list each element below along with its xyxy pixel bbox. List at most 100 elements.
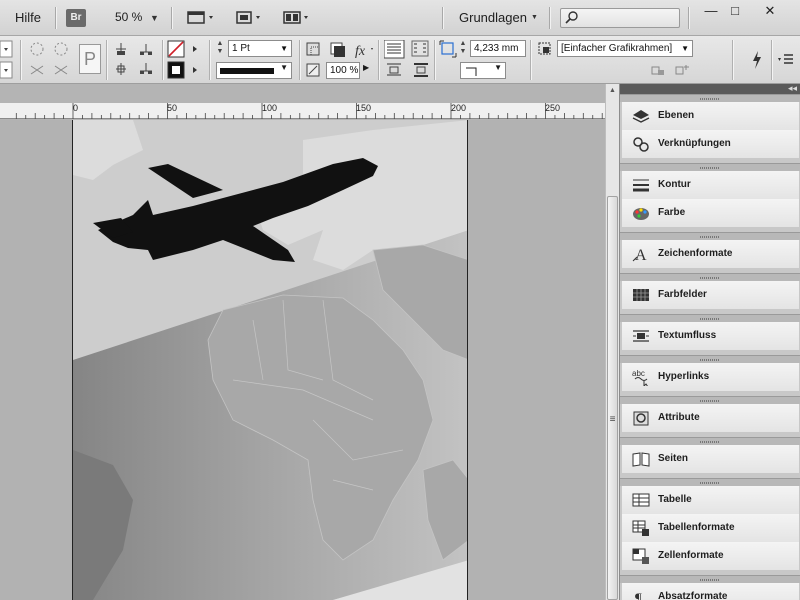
select-container-icons[interactable] [113,41,161,79]
screen-mode-icon[interactable] [235,10,265,26]
chevron-down-icon: ▼ [494,63,502,72]
panel-group-grip[interactable] [620,94,800,102]
panel-item-links[interactable]: Verknüpfungen [622,130,799,158]
help-search-input[interactable] [560,8,680,28]
text-wrap-icons[interactable] [384,40,432,80]
ruler-ticks [15,103,603,119]
panel-item-color-palette[interactable]: Farbe [622,199,799,227]
corner-shape-icon [466,67,477,76]
document-page[interactable] [72,120,468,600]
panel-item-stroke[interactable]: Kontur [622,171,799,199]
separator [549,7,550,29]
opacity-value: 100 % [330,65,359,76]
panel-item-hyperlinks[interactable]: abc Hyperlinks [622,363,799,391]
panel-item-paragraph-styles[interactable]: ¶ Absatzformate [622,583,799,600]
clear-overrides-icons[interactable] [650,64,694,78]
panel-group-grip[interactable] [620,575,800,583]
panel-group-grip[interactable] [620,437,800,445]
panel-item-label: Farbe [658,207,686,218]
panel-group-grip[interactable] [620,355,800,363]
dock-header[interactable]: ◂◂ [620,83,800,94]
panel-item-label: Absatzformate [658,591,728,600]
quick-apply-icon[interactable] [750,50,764,70]
object-style-dropdown[interactable]: [Einfacher Grafikrahmen] ▼ [557,40,693,57]
cell-styles-icon [632,548,649,564]
panel-item-text-wrap[interactable]: Textumfluss [622,322,799,350]
zoom-chevron-down-icon[interactable]: ▼ [150,13,159,23]
corner-size-stepper[interactable]: ▲ ▼ [458,40,468,57]
bridge-button[interactable]: Br [66,9,86,27]
workspace-switcher[interactable]: Grundlagen [459,10,527,25]
scroll-up-arrow-icon[interactable]: ▲ [608,87,617,94]
zoom-level[interactable]: 50 % [115,10,142,24]
opacity-arrow-icon[interactable]: ▶ [363,63,369,72]
panel-group-grip[interactable] [620,163,800,171]
separator [209,40,210,80]
panel-item-label: Verknüpfungen [658,138,731,149]
stroke-weight-field[interactable]: 1 Pt ▼ [228,40,292,57]
stroke-type-preview [220,68,274,74]
panel-menu-icon[interactable] [777,51,795,67]
ruler-label: 0 [73,103,79,113]
stroke-icon [633,179,649,192]
vertical-scrollbar[interactable]: ▲ ≡ [605,84,619,600]
flip-p-icon[interactable]: P [79,44,101,74]
character-styles-icon: A [632,247,647,263]
panel-item-layers[interactable]: Ebenen [622,102,799,130]
corner-shape-dropdown[interactable]: ▼ [460,62,506,79]
svg-text:fx: fx [355,44,366,59]
panel-group-grip[interactable] [620,232,800,240]
opacity-field[interactable]: 100 % [326,62,360,79]
chevron-down-icon: ▼ [280,63,288,72]
stroke-type-dropdown[interactable]: ▼ [216,62,292,79]
horizontal-ruler[interactable]: 0 50 100 150 200 250 [0,103,605,119]
hyperlinks-icon: abc [632,369,648,386]
panel-item-table[interactable]: Tabelle [622,486,799,514]
pasteboard[interactable] [0,120,605,600]
workspace-chevron-down-icon[interactable]: ▼ [531,14,538,21]
rotate-flip-icons[interactable] [28,40,78,80]
svg-text:A: A [635,247,647,263]
reference-point-dropdowns[interactable] [0,40,14,80]
object-style-value: [Einfacher Grafikrahmen] [561,43,673,54]
scroll-grip-icon: ≡ [609,414,616,425]
separator [434,40,435,80]
stroke-weight-stepper[interactable]: ▲ ▼ [215,40,225,57]
table-icon [632,493,650,507]
svg-text:¶: ¶ [635,591,642,600]
menu-help[interactable]: Hilfe [15,10,41,25]
panel-group-grip[interactable] [620,478,800,486]
panel-item-label: Ebenen [658,110,695,121]
panel-group-grip[interactable] [620,273,800,281]
search-icon [565,11,578,24]
color-palette-icon [633,208,649,220]
page-artwork [73,120,467,600]
paragraph-styles-icon: ¶ [635,591,642,600]
corner-size-field[interactable]: 4,233 mm [470,40,526,57]
arrange-documents-icon[interactable] [283,10,313,26]
panel-group-grip[interactable] [620,314,800,322]
view-options-icon[interactable] [187,10,217,26]
separator [162,40,163,80]
panel-item-cell-styles[interactable]: Zellenformate [622,542,799,570]
separator [530,40,531,80]
separator [688,7,689,29]
text-wrap-icon [633,330,649,342]
panel-item-pages[interactable]: Seiten [622,445,799,473]
scrollbar-thumb[interactable] [607,196,618,600]
panel-item-table-styles[interactable]: Tabellenformate [622,514,799,542]
panel-item-label: Kontur [658,179,691,190]
fill-stroke-swatches[interactable] [167,40,207,80]
maximize-button[interactable]: □ [720,1,750,21]
separator [106,40,107,80]
panel-group-grip[interactable] [620,396,800,404]
panel-item-label: Tabellenformate [658,522,735,533]
links-icon [633,137,649,152]
panel-item-attributes[interactable]: Attribute [622,404,799,432]
ruler-label: 50 [167,103,178,113]
close-button[interactable]: ✕ [755,1,785,21]
panel-item-swatches[interactable]: Farbfelder [622,281,799,309]
collapse-panels-icon[interactable]: ◂◂ [788,83,797,94]
panel-item-character-styles[interactable]: A Zeichenformate [622,240,799,268]
separator [378,40,379,80]
